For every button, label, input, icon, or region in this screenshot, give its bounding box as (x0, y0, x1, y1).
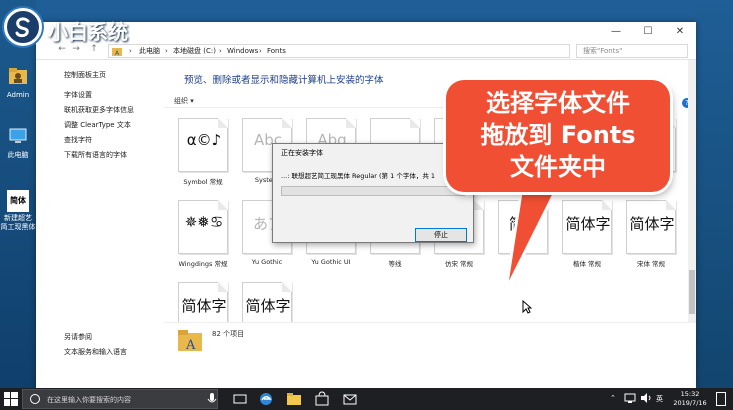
font-preview-glyph: 简体字 (565, 215, 611, 233)
scrollbar-thumb[interactable] (689, 270, 695, 314)
logo-text: 小白系统 (48, 20, 128, 44)
font-name: 仿宋 常规 (444, 260, 474, 268)
breadcrumb-local-disk[interactable]: 本地磁盘 (C:) (173, 45, 216, 57)
item-count: 82 个项目 (212, 330, 245, 338)
get-more-fonts-link[interactable]: 联机获取更多字体信息 (64, 105, 134, 115)
desktop-icon-admin[interactable]: Admin (0, 66, 36, 100)
svg-text:A: A (185, 338, 196, 351)
notifications-icon[interactable] (716, 392, 726, 406)
font-preview-glyph: 简体字 (181, 297, 227, 315)
desktop-icon-label: Admin (6, 91, 30, 99)
minimize-button[interactable]: — (600, 22, 632, 42)
page-heading: 预览、删除或者显示和隐藏计算机上安装的字体 (184, 75, 384, 86)
desktop-icon-this-pc[interactable]: 此电脑 (0, 126, 36, 160)
maximize-button[interactable]: ☐ (632, 22, 664, 42)
dialog-message: ...: 联想超艺简工现黑体 Regular (第 1 个字体，共 1 (281, 172, 436, 180)
callout-tail (504, 186, 560, 292)
font-tile[interactable]: ✵❅♋ Wingdings 常规 (172, 200, 234, 270)
clock-date: 2019/7/16 (673, 399, 707, 407)
font-preview-glyph: α©♪ (186, 131, 222, 149)
font-tile[interactable]: 简体字 宋体 常规 (620, 200, 682, 270)
breadcrumb-fonts[interactable]: Fonts (267, 45, 286, 57)
font-file-icon: 简体 (7, 190, 29, 212)
tray-chevron-icon[interactable]: ⌃ (610, 394, 616, 402)
taskbar-search-placeholder: 在这里输入你要搜索的内容 (47, 396, 131, 404)
fonts-folder-large-icon: A (178, 330, 202, 351)
font-preview-glyph: 简体字 (245, 297, 291, 315)
user-folder-icon (9, 68, 27, 84)
file-explorer-icon[interactable] (286, 391, 302, 407)
text-services-link[interactable]: 文本服务和输入语言 (64, 347, 127, 357)
font-name: Yu Gothic UI (311, 258, 351, 266)
microphone-icon[interactable] (204, 391, 220, 407)
edge-browser-icon[interactable] (258, 391, 274, 407)
breadcrumb-sep: › (259, 47, 262, 55)
font-file-icon: α©♪ (178, 118, 228, 172)
details-pane: A 82 个项目 (164, 322, 696, 360)
callout-line-3: 文件夹中 (510, 153, 606, 181)
breadcrumb-sep: › (165, 47, 168, 55)
font-name: Wingdings 常规 (178, 260, 228, 268)
organize-button[interactable]: 组织 ▾ (174, 96, 194, 106)
installing-fonts-dialog: 正在安装字体 ...: 联想超艺简工现黑体 Regular (第 1 个字体，共… (272, 143, 474, 243)
ime-indicator[interactable]: 英 (656, 394, 663, 404)
mouse-cursor-icon (522, 300, 532, 314)
font-name: Yu Gothic (251, 258, 283, 266)
scrollbar[interactable] (688, 60, 696, 322)
taskbar-search[interactable]: 在这里输入你要搜索的内容 (22, 389, 218, 409)
font-preview-glyph: ✵❅♋ (184, 213, 224, 231)
taskbar: 在这里输入你要搜索的内容 ⌃ 英 15:32 2019/7/16 (0, 388, 733, 410)
close-button[interactable]: ✕ (664, 22, 696, 42)
screen: Admin 此电脑 简体 新建超艺 简工现黑体 小白系统 — ☐ ✕ ← → ↑… (0, 0, 733, 410)
callout-line-1: 选择字体文件 (486, 89, 630, 117)
logo-s-icon (15, 17, 30, 38)
find-character-link[interactable]: 查找字符 (64, 135, 92, 145)
desktop-icon-font-file[interactable]: 简体 新建超艺 简工现黑体 (0, 190, 36, 232)
computer-icon (9, 128, 27, 143)
font-tile[interactable]: α©♪ Symbol 常规 (172, 118, 234, 188)
see-also-title: 另请参阅 (64, 333, 92, 341)
instruction-callout: 选择字体文件 拖放到 Fonts 文件夹中 (446, 80, 670, 192)
cortana-circle-icon (30, 394, 40, 404)
mail-icon[interactable] (342, 391, 358, 407)
font-name: 宋体 常规 (636, 260, 666, 268)
stop-button[interactable]: 停止 (415, 228, 467, 242)
desktop-icon-label: 新建超艺 简工现黑体 (0, 214, 36, 231)
install-progress-bar (281, 186, 465, 196)
cleartype-link[interactable]: 调整 ClearType 文本 (64, 120, 131, 130)
clock-time: 15:32 (680, 390, 700, 398)
font-file-icon: 简体字 (626, 200, 676, 254)
font-name: Symbol 常规 (183, 178, 223, 186)
address-bar[interactable]: A › 此电脑 › 本地磁盘 (C:) › Windows › Fonts (108, 44, 570, 58)
search-box[interactable]: 搜索"Fonts" (576, 44, 688, 58)
breadcrumb-sep: › (219, 47, 222, 55)
windows-start-icon[interactable] (4, 392, 18, 406)
callout-line-2: 拖放到 Fonts (480, 121, 636, 149)
desktop-right (696, 0, 733, 388)
volume-icon[interactable] (640, 392, 652, 404)
download-fonts-link[interactable]: 下载所有语言的字体 (64, 150, 127, 160)
network-icon[interactable] (624, 392, 636, 404)
xiaobai-logo: 小白系统 (4, 8, 164, 48)
task-view-icon[interactable] (232, 391, 248, 407)
taskbar-clock[interactable]: 15:32 2019/7/16 (670, 390, 710, 408)
font-file-icon: ✵❅♋ (178, 200, 228, 254)
search-placeholder: 搜索"Fonts" (583, 47, 623, 55)
control-panel-home-link[interactable]: 控制面板主页 (64, 70, 106, 80)
font-settings-link[interactable]: 字体设置 (64, 90, 92, 100)
desktop-icon-label: 此电脑 (7, 151, 29, 159)
logo-emblem (4, 8, 42, 46)
font-name: 等线 (388, 260, 402, 268)
breadcrumb-windows[interactable]: Windows (227, 45, 258, 57)
left-pane: 控制面板主页 字体设置 联机获取更多字体信息 调整 ClearType 文本 查… (36, 60, 164, 388)
dialog-title: 正在安装字体 (281, 149, 323, 157)
store-icon[interactable] (314, 391, 330, 407)
font-preview-glyph: 简体字 (629, 215, 675, 233)
